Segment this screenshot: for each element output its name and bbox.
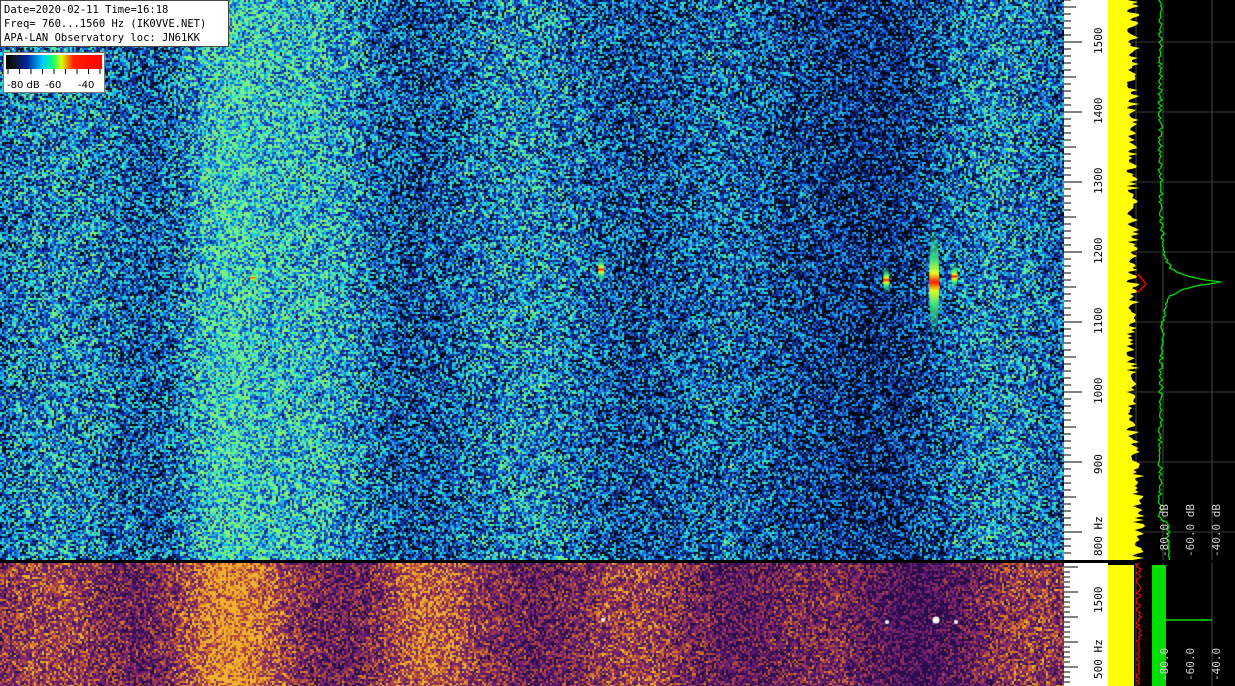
color-scale-bar xyxy=(6,55,102,69)
lower-spectrum-db-label: -80.0 xyxy=(1158,647,1171,681)
freq-label-1400: 1400 xyxy=(1092,97,1105,125)
spectrum-db-label: -80.0 dB xyxy=(1158,504,1171,557)
color-scale-label: -40 xyxy=(78,80,95,91)
lower-freq-label-1500: 1500 xyxy=(1092,586,1105,614)
freq-label-1100: 1100 xyxy=(1092,307,1105,335)
frequency-axis: 1500 1400 1300 1200 1100 1000 900 800 Hz xyxy=(1064,0,1108,560)
spectrum-noise-fill xyxy=(1108,565,1134,686)
lower-spectrum-db-label: -60.0 xyxy=(1184,647,1197,681)
spectrum-db-label: -60.0 dB xyxy=(1184,504,1197,557)
spectrogram-screen: Date=2020-02-11 Time=16:18 Freq= 760...1… xyxy=(0,0,1235,686)
color-scale-label: -80 dB xyxy=(7,80,40,91)
lower-waterfall-canvas xyxy=(0,563,1064,686)
freq-label-800: 800 Hz xyxy=(1092,516,1105,556)
freq-label-1000: 1000 xyxy=(1092,377,1105,405)
color-scale-ticks xyxy=(7,69,101,74)
waterfall-spectrogram: Date=2020-02-11 Time=16:18 Freq= 760...1… xyxy=(0,0,1064,560)
spectrum-noise-fill xyxy=(1108,0,1146,560)
lower-waterfall-spectrogram xyxy=(0,563,1064,686)
color-scale-legend: -80 dB -60 -40 xyxy=(3,52,105,93)
freq-label-1300: 1300 xyxy=(1092,167,1105,195)
freq-label-900: 900 xyxy=(1092,454,1105,474)
info-date-time: Date=2020-02-11 Time=16:18 xyxy=(4,4,169,16)
lower-freq-label-500: 500 Hz xyxy=(1092,639,1105,679)
freq-label-1200: 1200 xyxy=(1092,237,1105,265)
waterfall-canvas xyxy=(0,0,1064,560)
lower-spectrum-db-label: -40.0 xyxy=(1210,647,1223,681)
average-trace xyxy=(1134,563,1142,686)
info-box: Date=2020-02-11 Time=16:18 Freq= 760...1… xyxy=(0,0,229,47)
info-frequency-range: Freq= 760...1560 Hz (IK0VVE.NET) xyxy=(4,18,207,30)
info-observatory: APA-LAN Observatory loc: JN61KK xyxy=(4,32,200,44)
spectrum-profile: -80.0 dB -60.0 dB -40.0 dB xyxy=(1108,0,1235,560)
lower-frequency-axis: 1500 500 Hz xyxy=(1064,563,1108,686)
spectrum-plot xyxy=(1108,0,1235,560)
spectrum-db-label: -40.0 dB xyxy=(1210,504,1223,557)
lower-spectrum-profile: -80.0 -60.0 -40.0 xyxy=(1108,563,1235,686)
freq-label-1500: 1500 xyxy=(1092,27,1105,55)
peak-marker xyxy=(1137,273,1148,293)
color-scale-label: -60 xyxy=(45,80,62,91)
frequency-axis-ticks xyxy=(1064,0,1082,554)
